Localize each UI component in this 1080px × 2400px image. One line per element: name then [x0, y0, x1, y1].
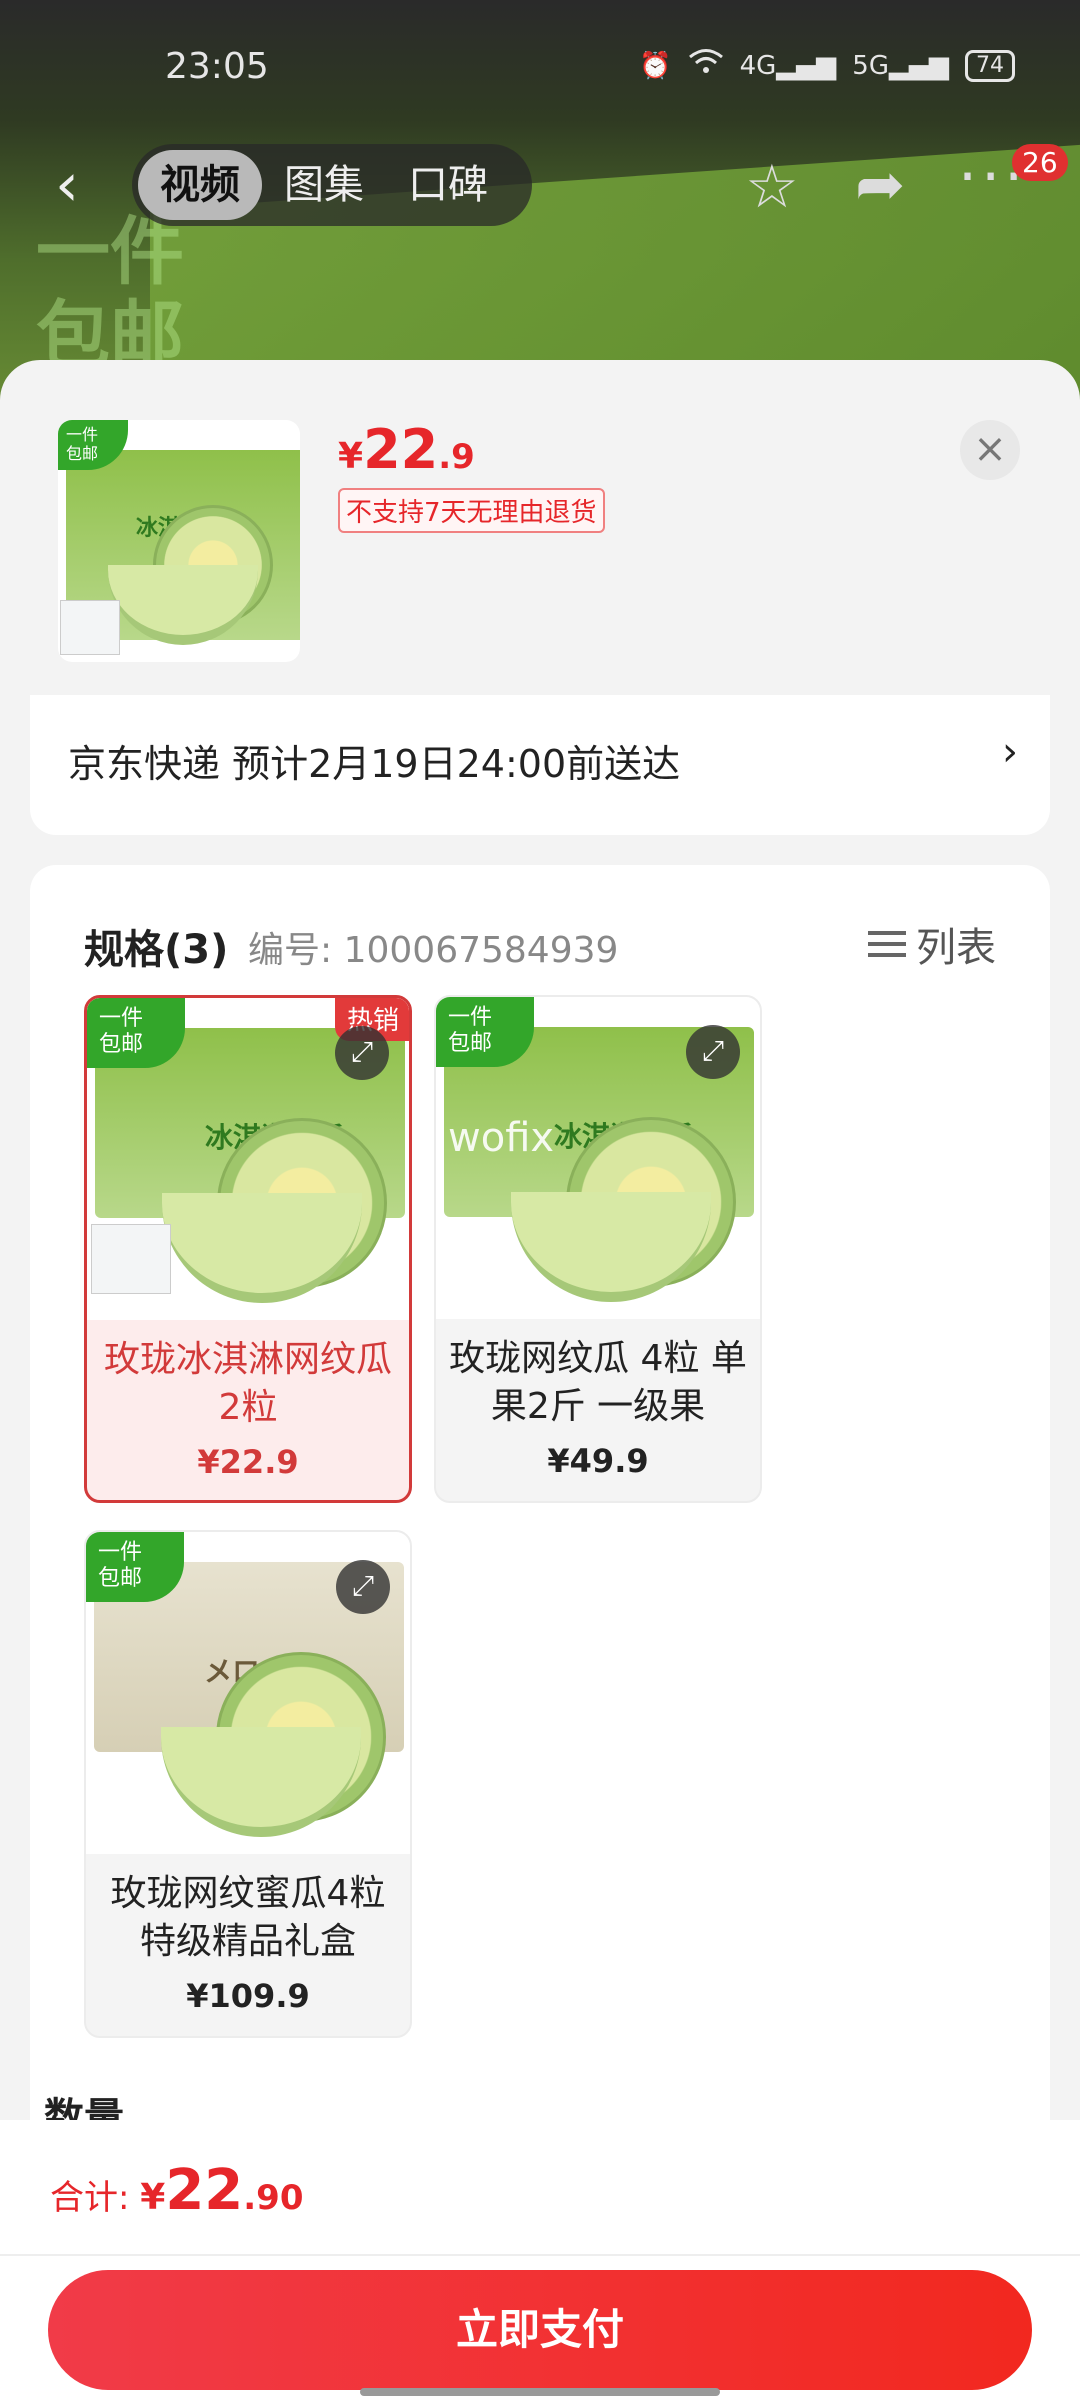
footer-divider [0, 2254, 1080, 2256]
status-time: 23:05 [165, 46, 269, 87]
status-icons: ⏰ 4G▂▄▆ 5G▂▄▆ 74 [639, 48, 1015, 83]
checkout-footer: 合计: ¥22.90 立即支付 [0, 2120, 1080, 2400]
expand-icon[interactable]: ⤢ [686, 1025, 740, 1079]
foam-box-graphic [91, 1224, 171, 1294]
free-tag-line2: 包邮 [98, 1566, 143, 1591]
pay-now-button[interactable]: 立即支付 [48, 2270, 1032, 2390]
top-nav-bar: ‹ 视频 图集 口碑 ☆ ➦ ··· 26 [0, 140, 1080, 230]
product-price: ¥22.9 [338, 418, 475, 481]
total-currency: ¥ [140, 2177, 166, 2218]
price-integer: 22 [363, 418, 439, 481]
melon-slice-graphic [511, 1192, 711, 1302]
tab-video[interactable]: 视频 [138, 150, 262, 220]
melon-slice-graphic [161, 1727, 361, 1837]
expand-icon[interactable]: ⤢ [336, 1560, 390, 1614]
spec-title: 规格(3) [84, 927, 229, 973]
product-thumbnail[interactable]: 冰淇淋蜜瓜 一件 包邮 [58, 420, 300, 662]
list-view-label: 列表 [916, 925, 996, 971]
delivery-text: 京东快递 预计2月19日24:00前送达 [68, 742, 681, 786]
alarm-icon: ⏰ [639, 50, 672, 81]
tab-reviews[interactable]: 口碑 [386, 150, 510, 220]
melon-slice-graphic [162, 1193, 362, 1303]
image-watermark: wofix [448, 1115, 555, 1161]
sku-selection-sheet: 冰淇淋蜜瓜 一件 包邮 ¥22.9 不支持7天无理由退货 × 京东快递 预计2月… [0, 360, 1080, 2400]
home-indicator[interactable] [360, 2388, 720, 2396]
option-price: ¥49.9 [547, 1442, 649, 1480]
delivery-info-row[interactable]: 京东快递 预计2月19日24:00前送达 › [30, 695, 1050, 835]
price-currency: ¥ [338, 436, 364, 477]
box-tag-text: 一件 包邮 [36, 210, 184, 378]
free-tag-line2: 包邮 [99, 1032, 144, 1057]
no-return-notice-badge: 不支持7天无理由退货 [338, 488, 605, 533]
media-tab-segment: 视频 图集 口碑 [132, 144, 532, 226]
tab-gallery[interactable]: 图集 [262, 150, 386, 220]
share-arrow-icon[interactable]: ➦ [855, 150, 905, 220]
free-tag-line1: 一件 [99, 1006, 144, 1031]
close-icon[interactable]: × [960, 420, 1020, 480]
free-shipping-tag: 一件 包邮 [87, 998, 185, 1068]
back-arrow-icon[interactable]: ‹ [55, 150, 79, 220]
foam-box-graphic [60, 600, 120, 655]
spec-option-3[interactable]: メロン 一件 包邮 ⤢ 玫珑网纹蜜瓜4粒 特级精品礼盒 ¥109.9 [84, 1530, 412, 2038]
network-5g-label: 5G [852, 50, 889, 81]
status-bar: 23:05 ⏰ 4G▂▄▆ 5G▂▄▆ 74 [0, 0, 1080, 130]
favorite-star-icon[interactable]: ☆ [745, 152, 799, 222]
free-shipping-tag: 一件 包邮 [58, 420, 128, 470]
network-4g-label: 4G [739, 50, 777, 81]
free-shipping-tag: 一件 包邮 [436, 997, 534, 1067]
free-tag-line1: 一件 [66, 425, 99, 444]
product-summary: 冰淇淋蜜瓜 一件 包邮 ¥22.9 不支持7天无理由退货 × [0, 360, 1080, 700]
free-tag-line1: 一件 [98, 1540, 143, 1565]
signal-4g-icon: 4G▂▄▆ [739, 50, 837, 81]
total-decimal: .90 [243, 2178, 304, 2218]
option-name: 玫珑网纹瓜 4粒 单果2斤 一级果 [449, 1338, 747, 1427]
list-icon [868, 925, 906, 963]
option-name: 玫珑冰淇淋网纹瓜 2粒 [103, 1339, 392, 1428]
list-view-toggle[interactable]: 列表 [868, 915, 996, 973]
signal-5g-icon: 5G▂▄▆ [852, 50, 949, 81]
free-shipping-tag: 一件 包邮 [86, 1532, 184, 1602]
order-total: 合计: ¥22.90 [50, 2158, 304, 2223]
total-label: 合计: [50, 2178, 141, 2218]
free-tag-line1: 一件 [448, 1005, 493, 1030]
free-tag-line2: 包邮 [66, 444, 99, 463]
product-code: 编号: 100067584939 [248, 930, 619, 971]
option-price: ¥22.9 [197, 1443, 299, 1481]
price-decimal: .9 [438, 437, 475, 477]
expand-icon[interactable]: ⤢ [335, 1026, 389, 1080]
message-count-badge: 26 [1012, 144, 1068, 181]
battery-icon: 74 [965, 49, 1015, 82]
wifi-icon [688, 48, 724, 83]
spec-option-2[interactable]: 冰淇淋蜜瓜 一件 包邮 wofix ⤢ 玫珑网纹瓜 4粒 单果2斤 一级果 ¥4… [434, 995, 762, 1503]
free-tag-line2: 包邮 [448, 1031, 493, 1056]
spec-option-1[interactable]: 热销 冰淇淋蜜瓜 一件 包邮 ⤢ 玫珑冰淇淋网纹瓜 2粒 ¥22.9 [84, 995, 412, 1503]
option-name: 玫珑网纹蜜瓜4粒 特级精品礼盒 [110, 1873, 386, 1962]
chevron-right-icon: › [1002, 729, 1018, 775]
total-integer: 22 [165, 2158, 244, 2223]
option-price: ¥109.9 [186, 1977, 310, 2015]
